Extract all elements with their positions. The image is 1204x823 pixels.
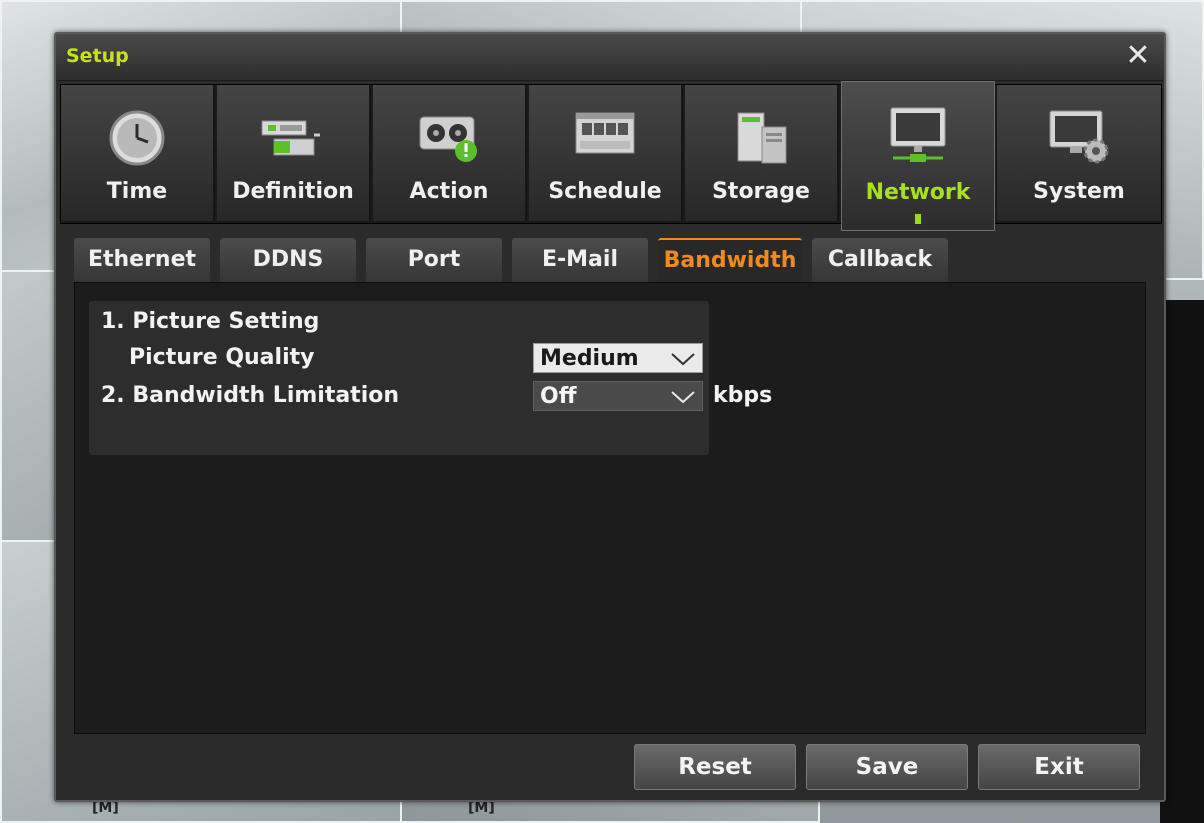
category-tabs: Time Definition Action Schedule Storage … [60,81,1162,231]
picture-quality-label: Picture Quality [129,345,315,370]
chevron-down-icon [671,391,695,404]
tab-label: Time [106,179,168,204]
tab-storage[interactable]: Storage [685,85,839,221]
tab-email[interactable]: E-Mail [512,238,648,282]
title-bar: Setup ✕ [56,34,1164,81]
bandwidth-panel: 1. Picture Setting Picture Quality Mediu… [74,282,1146,734]
tab-bandwidth[interactable]: Bandwidth [658,238,802,282]
system-settings-icon [1049,110,1109,164]
tab-network[interactable]: Network [841,81,995,231]
tab-label: Schedule [548,179,662,204]
close-icon[interactable]: ✕ [1122,40,1154,72]
chevron-down-icon [671,353,695,366]
storage-icon [737,112,787,164]
tab-label: System [1033,179,1125,204]
tab-label: Action [409,179,489,204]
tab-label: Network [865,180,971,205]
alarm-action-icon [419,116,477,162]
bandwidth-settings-group: 1. Picture Setting Picture Quality Mediu… [89,301,772,455]
camera-device-icon [261,120,320,156]
tab-callback[interactable]: Callback [812,238,948,282]
network-monitor-icon [890,107,946,162]
network-subtabs: Ethernet DDNS Port E-Mail Bandwidth Call… [74,238,1154,282]
clock-icon [109,110,165,166]
tab-port[interactable]: Port [366,238,502,282]
active-tab-pointer [915,214,921,224]
tab-ddns[interactable]: DDNS [220,238,356,282]
setup-dialog: Setup ✕ Time Definition Action Schedule … [54,32,1166,802]
camera-tile [1160,300,1204,823]
exit-button[interactable]: Exit [978,744,1140,790]
reset-button[interactable]: Reset [634,744,796,790]
recording-mark-icon: [M] [92,800,119,816]
bandwidth-limitation-select[interactable]: Off [533,381,703,411]
bandwidth-limitation-label: 2. Bandwidth Limitation [101,383,400,408]
tab-action[interactable]: Action [373,85,527,221]
bandwidth-unit: kbps [713,383,773,408]
dialog-title: Setup [66,45,129,67]
bandwidth-limitation-value: Off [540,384,577,409]
picture-setting-label: 1. Picture Setting [101,309,320,334]
tab-ethernet[interactable]: Ethernet [74,238,210,282]
tab-label: Definition [232,179,354,204]
tab-schedule[interactable]: Schedule [529,85,683,221]
save-button[interactable]: Save [806,744,968,790]
tab-system[interactable]: System [997,85,1161,221]
tab-definition[interactable]: Definition [217,85,371,221]
schedule-icon [575,112,635,154]
tab-label: Storage [712,179,810,204]
picture-quality-select[interactable]: Medium [533,343,703,373]
tab-time[interactable]: Time [61,85,215,221]
picture-quality-value: Medium [540,346,639,371]
recording-mark-icon: [M] [468,800,495,816]
